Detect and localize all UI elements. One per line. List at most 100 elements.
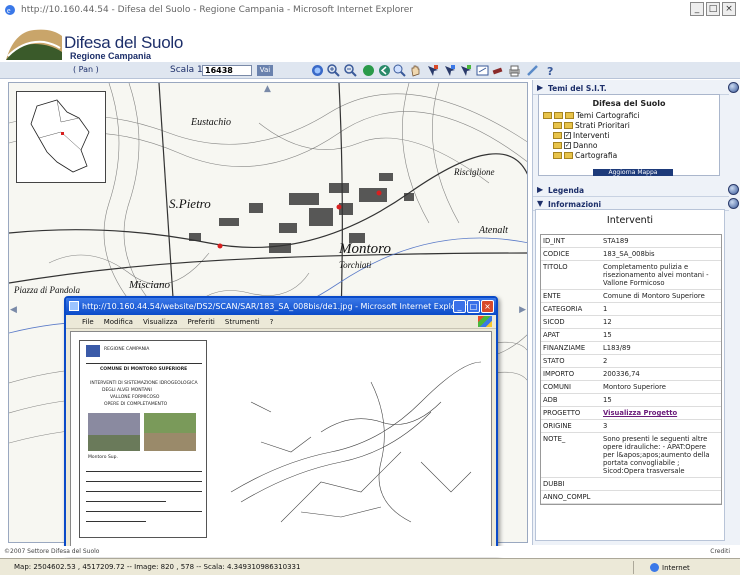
folder-icon xyxy=(543,112,552,119)
tree-item-cartografia[interactable]: Cartografia xyxy=(553,151,617,160)
zoom-in-icon[interactable] xyxy=(327,64,340,77)
table-row: ORIGINE 3 xyxy=(541,420,721,433)
window-title: http://10.160.44.54 - Difesa del Suolo -… xyxy=(21,5,413,15)
ie-icon: e xyxy=(5,5,15,15)
popup-close-button[interactable]: × xyxy=(481,300,494,313)
globe-icon[interactable] xyxy=(728,198,739,209)
maximize-button[interactable]: □ xyxy=(706,2,720,16)
copyright-text: ©2007 Settore Difesa del Suolo xyxy=(4,548,100,555)
attribute-value: Completamento pulizia e risezionamento a… xyxy=(603,263,709,287)
overview-map[interactable] xyxy=(16,91,106,183)
checkbox-checked[interactable]: ✓ xyxy=(564,132,571,139)
attribute-value: 183_SA_008bis xyxy=(603,250,655,258)
attribute-key: ENTE xyxy=(543,292,561,300)
popup-maximize-button[interactable]: □ xyxy=(467,300,480,313)
pan-east-icon[interactable]: ▶ xyxy=(519,305,526,315)
popup-titlebar[interactable]: http://10.160.44.54/website/DS2/SCAN/SAR… xyxy=(66,298,496,315)
attribute-value xyxy=(603,478,721,490)
attribute-key: SICOD xyxy=(543,318,565,326)
folder-icon xyxy=(553,152,562,159)
folder-icon xyxy=(554,112,563,119)
tree-item-temi[interactable]: Temi Cartografici xyxy=(543,111,640,120)
menu-preferiti[interactable]: Preferiti xyxy=(187,318,214,326)
attribute-table: ID_INT STA189 CODICE 183_SA_008bis TITOLO Com… xyxy=(540,234,722,505)
tree-item-interventi[interactable]: ✓ Interventi xyxy=(553,131,609,140)
svg-text:e: e xyxy=(7,6,11,15)
measure-icon[interactable] xyxy=(476,64,489,77)
globe-icon[interactable] xyxy=(728,184,739,195)
map-label: Risciglione xyxy=(453,167,495,177)
map-coordinates-status: Map: 2504602.53 , 4517209.72 -- Image: 8… xyxy=(14,563,301,571)
popup-window[interactable]: http://10.160.44.54/website/DS2/SCAN/SAR… xyxy=(64,296,498,554)
attribute-value: 1 xyxy=(603,305,608,313)
help-icon[interactable]: ? xyxy=(544,64,557,77)
pan-north-icon[interactable]: ▲ xyxy=(264,84,271,94)
scale-input[interactable] xyxy=(202,65,252,76)
minimize-button[interactable]: _ xyxy=(690,2,704,16)
pan-hand-icon[interactable] xyxy=(409,64,422,77)
scale-label: Scala 1: xyxy=(170,65,206,75)
tree-item-strati[interactable]: Strati Prioritari xyxy=(553,121,630,130)
close-button[interactable]: × xyxy=(722,2,736,16)
table-row: COMUNI Montoro Superiore xyxy=(541,381,721,394)
attribute-key: CATEGORIA xyxy=(543,305,583,313)
pan-west-icon[interactable]: ◀ xyxy=(10,305,17,315)
go-button[interactable]: Vai xyxy=(257,65,273,76)
globe-icon[interactable] xyxy=(728,82,739,93)
table-row: TITOLO Completamento pulizia e risezionam… xyxy=(541,261,721,290)
layers-tree-box: Difesa del Suolo Temi Cartografici Strat… xyxy=(538,94,720,176)
attribute-key: PROGETTO xyxy=(543,409,581,417)
back-icon[interactable] xyxy=(378,64,391,77)
menu-file[interactable]: File xyxy=(82,318,94,326)
expand-arrow-icon: ▶ xyxy=(537,185,544,194)
attribute-value: 200336,74 xyxy=(603,370,640,378)
popup-minimize-button[interactable]: _ xyxy=(453,300,466,313)
credits-link[interactable]: Crediti xyxy=(710,546,730,557)
menu-strumenti[interactable]: Strumenti xyxy=(225,318,260,326)
view-project-link[interactable]: Visualizza Progetto xyxy=(603,407,721,419)
attribute-value: Montoro Superiore xyxy=(603,383,666,391)
attribute-key: TITOLO xyxy=(543,263,568,271)
image-icon xyxy=(69,301,79,311)
expand-arrow-icon: ▼ xyxy=(537,199,544,208)
internet-zone-icon xyxy=(650,563,659,572)
identify-icon[interactable] xyxy=(426,64,439,77)
folder-icon xyxy=(553,142,562,149)
menu-modifica[interactable]: Modifica xyxy=(104,318,133,326)
statusbar: Map: 2504602.53 , 4517209.72 -- Image: 8… xyxy=(0,558,740,575)
tree-item-danno[interactable]: ✓ Danno xyxy=(553,141,597,150)
select-icon[interactable] xyxy=(443,64,456,77)
eraser-icon[interactable] xyxy=(491,64,504,77)
security-zone: Internet xyxy=(633,561,738,574)
pencil-icon[interactable] xyxy=(526,64,539,77)
zoom-out-icon[interactable] xyxy=(344,64,357,77)
query-icon[interactable] xyxy=(459,64,472,77)
section-legenda[interactable]: ▶ Legenda xyxy=(533,184,739,197)
popup-title: http://10.160.44.54/website/DS2/SCAN/SAR… xyxy=(82,302,468,311)
home-icon[interactable] xyxy=(311,64,324,77)
full-extent-icon[interactable] xyxy=(362,64,375,77)
folder-icon xyxy=(565,112,574,119)
logo-title: Difesa del Suolo xyxy=(64,33,183,52)
menu-visualizza[interactable]: Visualizza xyxy=(143,318,177,326)
attribute-value: 15 xyxy=(603,331,612,339)
menu-help[interactable]: ? xyxy=(270,318,274,326)
table-row: ENTE Comune di Montoro Superiore xyxy=(541,290,721,303)
update-map-button[interactable]: Aggiorna Mappa xyxy=(593,169,673,176)
svg-text:?: ? xyxy=(547,65,553,77)
attribute-value xyxy=(603,491,721,503)
info-box: Interventi ID_INT STA189 CODICE 183_SA_008b… xyxy=(535,209,725,541)
zoom-layer-icon[interactable] xyxy=(393,64,406,77)
checkbox-checked[interactable]: ✓ xyxy=(564,142,571,149)
folder-icon xyxy=(553,132,562,139)
attribute-key: CODICE xyxy=(543,250,570,258)
table-row: SICOD 12 xyxy=(541,316,721,329)
attribute-value: 12 xyxy=(603,318,612,326)
windows-logo-icon xyxy=(478,316,492,327)
emblem-icon xyxy=(86,345,100,357)
photo-1 xyxy=(88,413,140,451)
info-title: Interventi xyxy=(606,215,654,226)
print-icon[interactable] xyxy=(508,64,521,77)
attribute-value: 3 xyxy=(603,422,608,430)
expand-arrow-icon: ▶ xyxy=(537,83,544,92)
